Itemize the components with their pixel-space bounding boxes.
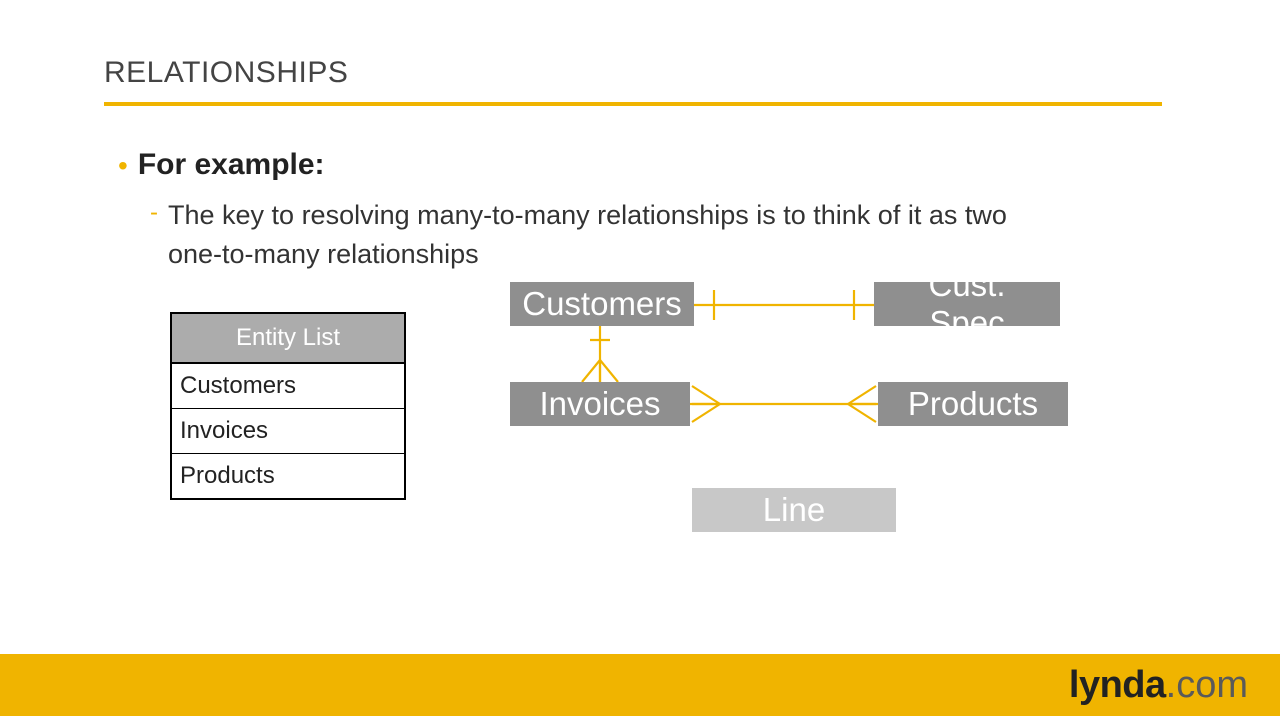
node-cust-spec: Cust. Spec — [874, 282, 1060, 326]
node-customers: Customers — [510, 282, 694, 326]
connectors — [0, 0, 1280, 716]
node-invoices: Invoices — [510, 382, 690, 426]
er-diagram: Customers Cust. Spec Invoices Products L… — [0, 0, 1280, 716]
footer-bar: lynda.com — [0, 654, 1280, 716]
node-line: Line — [692, 488, 896, 532]
brand-tld: .com — [1166, 664, 1248, 707]
brand-name: lynda — [1069, 664, 1166, 707]
slide: RELATIONSHIPS • For example: - The key t… — [0, 0, 1280, 716]
node-products: Products — [878, 382, 1068, 426]
